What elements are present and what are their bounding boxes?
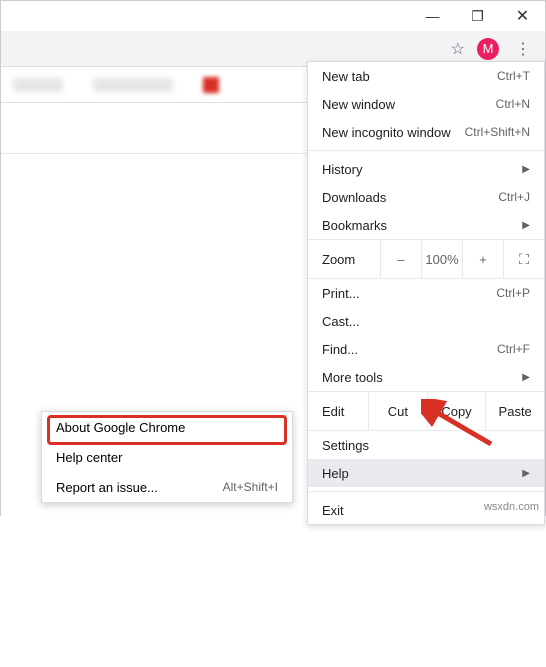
menu-separator	[308, 491, 544, 492]
label: History	[322, 162, 362, 177]
menu-zoom-row: Zoom – 100% + ⛶	[308, 239, 544, 279]
close-button[interactable]: ✕	[500, 1, 545, 31]
label: Help	[322, 466, 349, 481]
cut-button[interactable]: Cut	[368, 392, 427, 430]
blurred-item	[93, 78, 173, 92]
menu-item-new-window[interactable]: New window Ctrl+N	[308, 90, 544, 118]
blurred-item	[13, 78, 63, 92]
menu-item-print[interactable]: Print... Ctrl+P	[308, 279, 544, 307]
submenu-item-about[interactable]: About Google Chrome	[42, 412, 292, 442]
shortcut: Alt+Shift+I	[223, 480, 278, 494]
minimize-icon: —	[426, 8, 440, 24]
shortcut: Ctrl+P	[496, 286, 530, 300]
fullscreen-button[interactable]: ⛶	[503, 240, 544, 278]
maximize-button[interactable]: ❐	[455, 1, 500, 31]
menu-item-more-tools[interactable]: More tools ▶	[308, 363, 544, 391]
close-icon: ✕	[516, 6, 529, 26]
menu-item-downloads[interactable]: Downloads Ctrl+J	[308, 183, 544, 211]
menu-item-find[interactable]: Find... Ctrl+F	[308, 335, 544, 363]
chevron-right-icon: ▶	[522, 220, 530, 231]
label: Bookmarks	[322, 218, 387, 233]
bookmark-star-icon[interactable]: ☆	[451, 39, 465, 59]
label: Print...	[322, 286, 360, 301]
maximize-icon: ❐	[471, 8, 484, 25]
label: Downloads	[322, 190, 386, 205]
zoom-value: 100%	[421, 240, 462, 278]
copy-button[interactable]: Copy	[427, 392, 486, 430]
paste-button[interactable]: Paste	[485, 392, 544, 430]
submenu-item-report[interactable]: Report an issue... Alt+Shift+I	[42, 472, 292, 502]
label: New incognito window	[322, 125, 451, 140]
label: Report an issue...	[56, 480, 158, 495]
main-menu: New tab Ctrl+T New window Ctrl+N New incog…	[307, 61, 545, 525]
zoom-out-button[interactable]: –	[380, 240, 421, 278]
minimize-button[interactable]: —	[410, 1, 455, 31]
menu-button[interactable]: ⋮	[511, 35, 535, 63]
menu-separator	[308, 150, 544, 151]
shortcut: Ctrl+F	[497, 342, 530, 356]
blurred-favicon	[203, 77, 219, 93]
shortcut: Ctrl+N	[496, 97, 530, 111]
window-titlebar: — ❐ ✕	[1, 1, 545, 31]
help-submenu: About Google Chrome Help center Report a…	[41, 411, 293, 503]
label: Find...	[322, 342, 358, 357]
zoom-label: Zoom	[308, 252, 380, 267]
chevron-right-icon: ▶	[522, 372, 530, 383]
watermark: wsxdn.com	[484, 501, 539, 513]
menu-item-new-incognito[interactable]: New incognito window Ctrl+Shift+N	[308, 118, 544, 146]
menu-item-cast[interactable]: Cast...	[308, 307, 544, 335]
label: New tab	[322, 69, 370, 84]
label: Exit	[322, 503, 344, 518]
menu-item-settings[interactable]: Settings	[308, 431, 544, 459]
avatar-letter: M	[483, 41, 494, 56]
submenu-item-help-center[interactable]: Help center	[42, 442, 292, 472]
chevron-right-icon: ▶	[522, 468, 530, 479]
chevron-right-icon: ▶	[522, 164, 530, 175]
menu-edit-row: Edit Cut Copy Paste	[308, 391, 544, 431]
label: About Google Chrome	[56, 420, 185, 435]
shortcut: Ctrl+Shift+N	[465, 125, 530, 139]
label: Help center	[56, 450, 122, 465]
menu-item-bookmarks[interactable]: Bookmarks ▶	[308, 211, 544, 239]
menu-item-help[interactable]: Help ▶	[308, 459, 544, 487]
zoom-in-button[interactable]: +	[462, 240, 503, 278]
label: Cast...	[322, 314, 360, 329]
menu-item-new-tab[interactable]: New tab Ctrl+T	[308, 62, 544, 90]
profile-avatar[interactable]: M	[477, 38, 499, 60]
label: Settings	[322, 438, 369, 453]
label: More tools	[322, 370, 383, 385]
edit-label: Edit	[308, 404, 368, 419]
label: New window	[322, 97, 395, 112]
menu-item-history[interactable]: History ▶	[308, 155, 544, 183]
shortcut: Ctrl+T	[497, 69, 530, 83]
shortcut: Ctrl+J	[498, 190, 530, 204]
